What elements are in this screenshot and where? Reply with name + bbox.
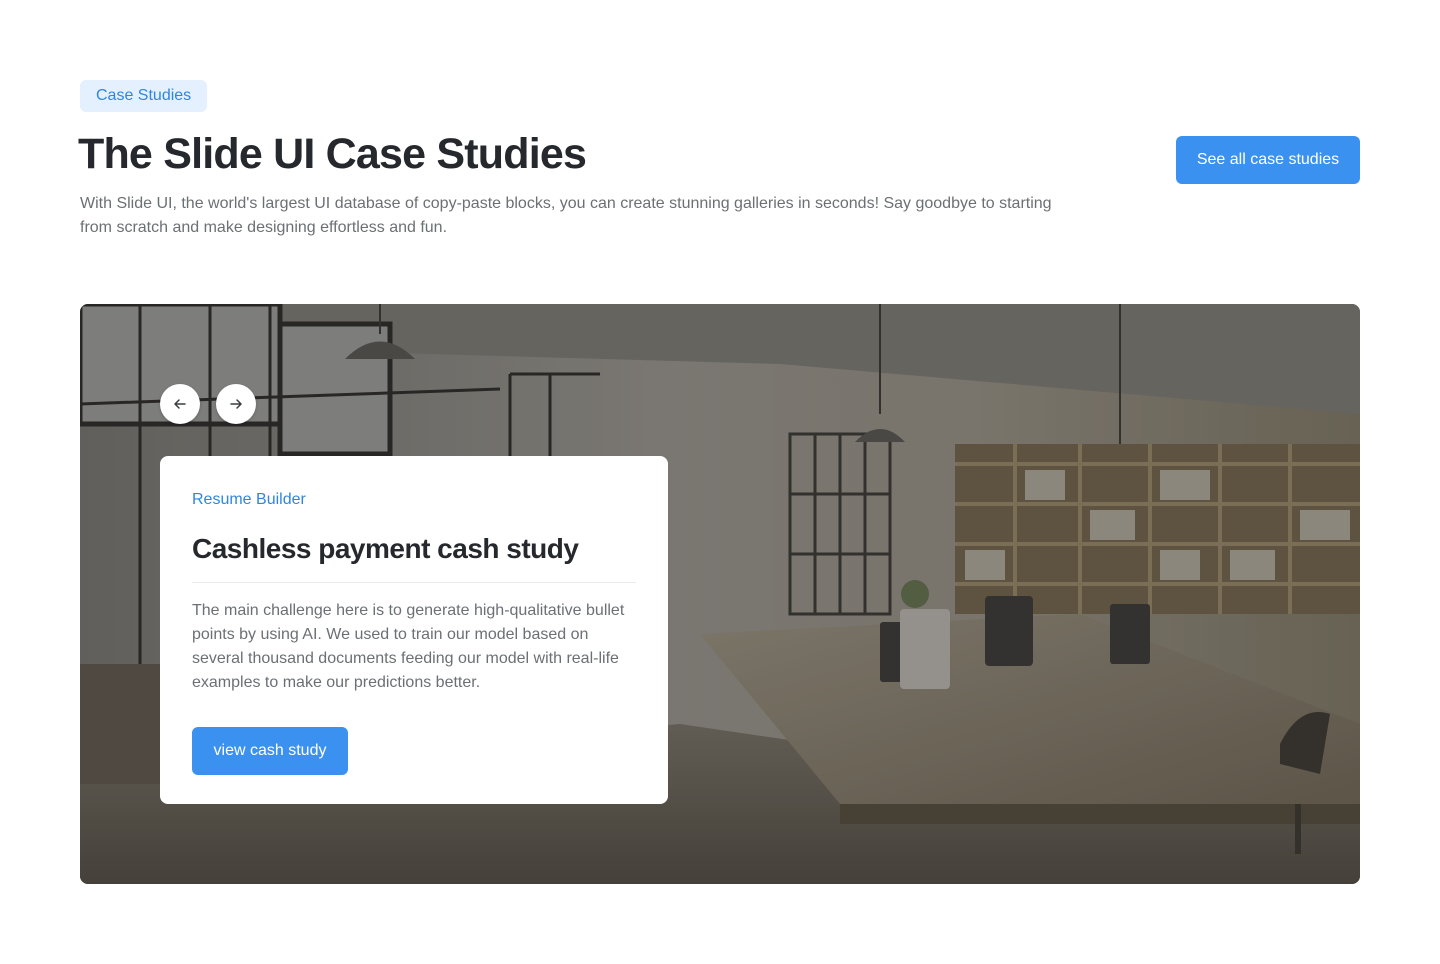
arrow-left-icon (174, 399, 186, 409)
page-title: The Slide UI Case Studies (78, 130, 587, 178)
see-all-case-studies-button[interactable]: See all case studies (1176, 136, 1360, 184)
page-subtitle: With Slide UI, the world's largest UI da… (80, 195, 1052, 236)
card-description: The main challenge here is to generate h… (192, 602, 625, 691)
section-badge: Case Studies (80, 80, 208, 112)
slider-next-button[interactable] (216, 384, 256, 424)
card-category: Resume Builder (192, 491, 306, 508)
card-divider (192, 582, 636, 583)
case-study-card: Resume Builder Cashless payment cash stu… (160, 456, 668, 804)
view-case-study-button[interactable]: view cash study (192, 727, 348, 775)
case-studies-section: Case Studies The Slide UI Case Studies W… (0, 0, 1440, 964)
arrow-right-icon (230, 399, 242, 409)
slider-prev-button[interactable] (160, 384, 200, 424)
card-title: Cashless payment cash study (192, 533, 579, 564)
